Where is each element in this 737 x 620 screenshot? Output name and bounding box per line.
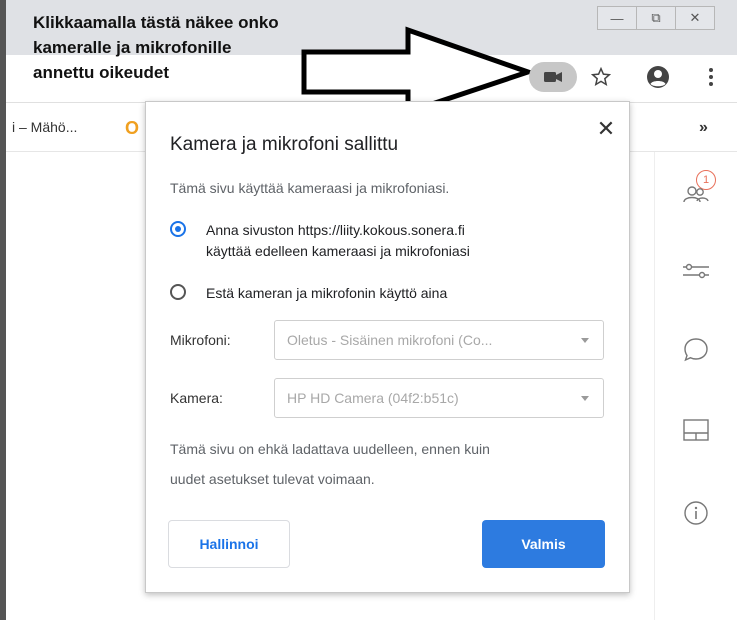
block-option[interactable]: Estä kameran ja mikrofonin käyttö aina [170,283,447,304]
manage-button[interactable]: Hallinnoi [168,520,290,568]
bookmarks-overflow-button[interactable]: » [699,119,708,137]
microphone-select-value: Oletus - Sisäinen mikrofoni (Co... [287,332,493,348]
chat-button[interactable] [676,330,716,370]
allow-radio[interactable] [170,221,186,237]
allow-option-line: Anna sivuston https://liity.kokous.soner… [206,222,465,238]
chevron-down-icon [581,396,589,401]
participants-button[interactable] [676,174,716,214]
allow-option[interactable]: Anna sivuston https://liity.kokous.soner… [170,220,470,262]
bookmark-star-button[interactable] [588,64,614,90]
camera-permission-button[interactable] [529,62,577,92]
camera-permission-dialog: Kamera ja mikrofoni sallittu ✕ Tämä sivu… [145,101,630,593]
done-button[interactable]: Valmis [482,520,605,568]
chevron-down-icon [581,338,589,343]
window-controls: — ⧉ ✕ [597,6,715,30]
layout-button[interactable] [676,410,716,450]
info-icon [684,501,708,525]
browser-menu-button[interactable] [700,64,722,90]
restore-button[interactable]: ⧉ [636,6,676,30]
settings-button[interactable] [676,251,716,291]
block-option-label: Estä kameran ja mikrofonin käyttö aina [206,285,448,301]
star-icon [591,67,611,87]
allow-option-line: käyttää edelleen kameraasi ja mikrofonia… [206,243,470,259]
minimize-button[interactable]: — [597,6,637,30]
meeting-side-panel [654,152,737,620]
bookmark-favicon-icon: O [125,118,140,138]
reload-note-line: uudet asetukset tulevat voimaan. [170,471,375,487]
block-radio[interactable] [170,284,186,300]
camera-select[interactable]: HP HD Camera (04f2:b51c) [274,378,604,418]
settings-sliders-icon [683,263,709,279]
more-vert-icon [709,68,713,86]
close-window-button[interactable]: ✕ [675,6,715,30]
dialog-title: Kamera ja mikrofoni sallittu [170,134,399,155]
allow-option-label: Anna sivuston https://liity.kokous.soner… [206,220,470,262]
chat-icon [684,338,708,362]
camera-label: Kamera: [170,390,223,406]
layout-icon [683,419,709,441]
camera-icon [544,72,562,82]
dialog-close-button[interactable]: ✕ [593,116,619,142]
close-icon: ✕ [596,116,616,141]
account-button[interactable] [644,63,672,91]
reload-note-line: Tämä sivu on ehkä ladattava uudelleen, e… [170,441,490,457]
camera-select-value: HP HD Camera (04f2:b51c) [287,390,459,406]
microphone-select[interactable]: Oletus - Sisäinen mikrofoni (Co... [274,320,604,360]
account-icon [647,66,669,88]
dialog-description: Tämä sivu käyttää kameraasi ja mikrofoni… [170,180,450,196]
reload-note: Tämä sivu on ehkä ladattava uudelleen, e… [170,434,600,494]
info-button[interactable] [676,493,716,533]
bookmark-item[interactable]: i – Mähö... [12,119,77,135]
microphone-label: Mikrofoni: [170,332,231,348]
participants-icon [683,186,709,203]
